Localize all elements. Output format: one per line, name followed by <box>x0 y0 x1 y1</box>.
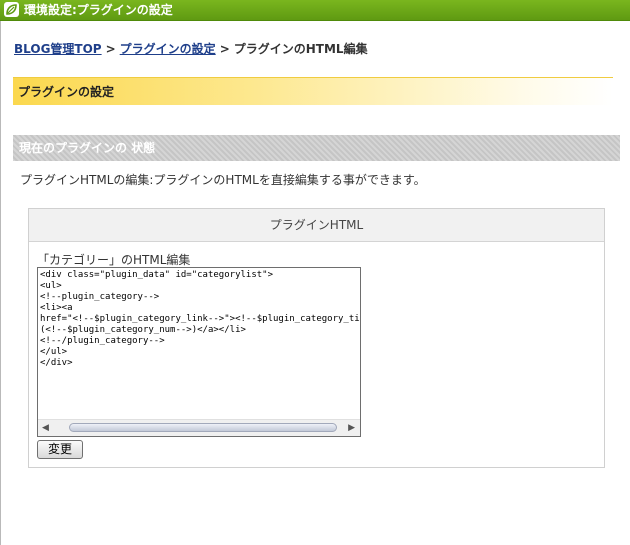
section-heading: プラグインの設定 <box>13 77 613 105</box>
html-editor-textarea[interactable]: <div class="plugin_data" id="categorylis… <box>37 267 361 437</box>
scrollbar-thumb[interactable] <box>69 423 337 432</box>
submit-button[interactable]: 変更 <box>37 440 83 459</box>
horizontal-scrollbar[interactable]: ◀ ▶ <box>38 419 360 436</box>
left-border <box>0 0 1 545</box>
breadcrumb-current: プラグインのHTML編集 <box>233 42 368 56</box>
panel-title: プラグインHTML <box>29 209 604 242</box>
field-label: 「カテゴリー」のHTML編集 <box>37 253 191 267</box>
breadcrumb-link-blog-top[interactable]: BLOG管理TOP <box>14 42 102 56</box>
breadcrumb-separator: > <box>219 42 230 56</box>
breadcrumb: BLOG管理TOP > プラグインの設定 > プラグインのHTML編集 <box>14 40 368 57</box>
title-bar: 環境設定:プラグインの設定 <box>0 0 630 21</box>
breadcrumb-link-plugin-settings[interactable]: プラグインの設定 <box>120 42 216 56</box>
breadcrumb-separator: > <box>105 42 116 56</box>
window-title: 環境設定:プラグインの設定 <box>24 3 173 17</box>
arrow-right-icon[interactable]: ▶ <box>348 423 355 433</box>
page-description: プラグインHTMLの編集:プラグインのHTMLを直接編集する事ができます。 <box>20 173 426 187</box>
plugin-html-panel: プラグインHTML 「カテゴリー」のHTML編集 <div class="plu… <box>28 208 605 468</box>
arrow-left-icon[interactable]: ◀ <box>42 423 49 433</box>
leaf-logo-icon <box>4 2 19 17</box>
status-heading: 現在のプラグインの 状態 <box>13 135 620 161</box>
html-code[interactable]: <div class="plugin_data" id="categorylis… <box>38 268 360 369</box>
